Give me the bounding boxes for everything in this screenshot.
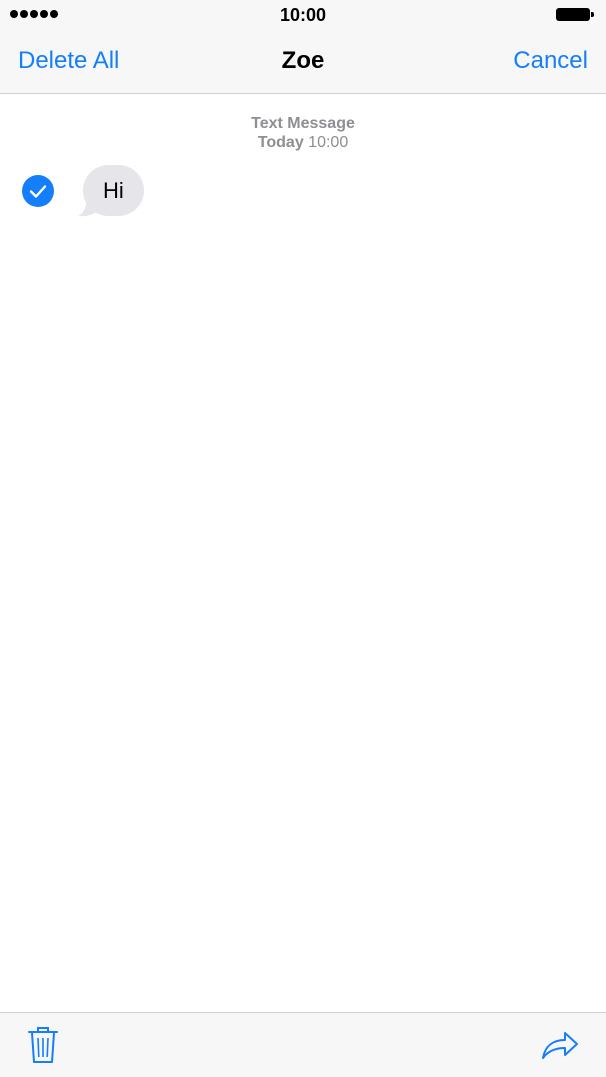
messages-edit-screen: 10:00 Delete All Zoe Cancel Text Message… bbox=[0, 0, 606, 1077]
checkmark-icon bbox=[29, 185, 47, 198]
battery-icon bbox=[556, 8, 596, 21]
navigation-bar: Delete All Zoe Cancel bbox=[0, 30, 606, 94]
message-bubble[interactable]: Hi bbox=[76, 165, 156, 217]
message-select-checkmark[interactable] bbox=[22, 175, 54, 207]
message-time-label: 10:00 bbox=[308, 134, 349, 151]
message-day-label: Today bbox=[257, 134, 304, 151]
cancel-button[interactable]: Cancel bbox=[513, 47, 588, 75]
bottom-toolbar bbox=[0, 1012, 606, 1077]
message-timestamp-header: Text Message Today 10:00 bbox=[0, 114, 606, 152]
message-date-line: Today 10:00 bbox=[0, 133, 606, 152]
trash-icon[interactable] bbox=[26, 1025, 60, 1070]
message-text: Hi bbox=[83, 165, 144, 216]
share-arrow-icon[interactable] bbox=[540, 1029, 580, 1066]
status-time: 10:00 bbox=[279, 5, 327, 25]
status-bar: 10:00 bbox=[0, 0, 606, 30]
message-type-label: Text Message bbox=[251, 115, 355, 132]
